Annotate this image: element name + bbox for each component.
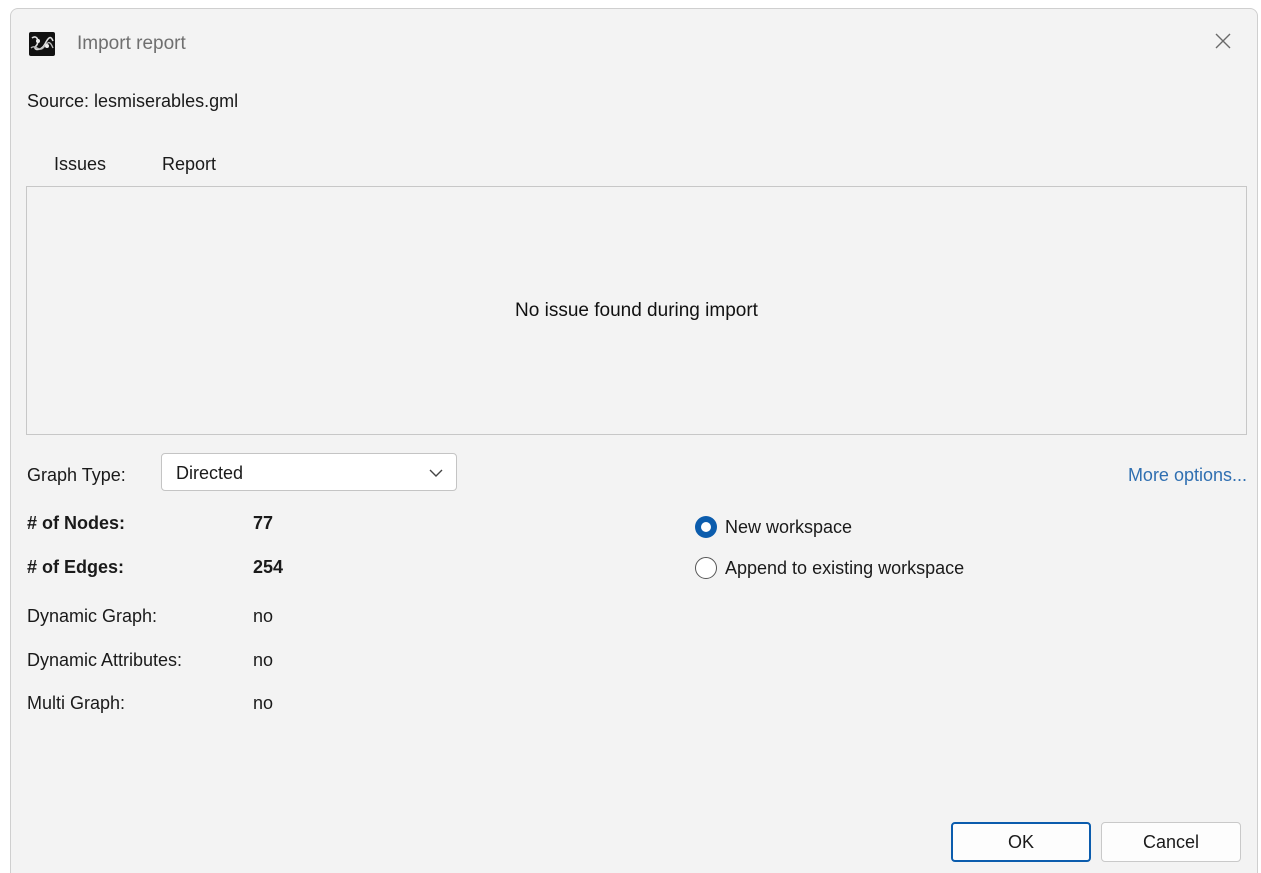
dynamic-graph-label: Dynamic Graph:	[27, 606, 158, 626]
dynamic-graph-value: no	[253, 606, 274, 626]
more-options-link[interactable]: More options...	[1128, 465, 1247, 486]
multi-graph-label: Multi Graph:	[27, 693, 126, 713]
source-label: Source: lesmiserables.gml	[27, 91, 239, 111]
nodes-label: # of Nodes:	[27, 513, 126, 533]
cancel-button[interactable]: Cancel	[1101, 822, 1241, 862]
import-report-dialog: Import report Source: lesmiserables.gml …	[10, 8, 1258, 873]
nodes-value: 77	[253, 513, 274, 533]
dynamic-attributes-label: Dynamic Attributes:	[27, 650, 183, 670]
title-bar: Import report	[11, 9, 1257, 81]
dialog-title: Import report	[77, 33, 186, 54]
issues-message: No issue found during import	[515, 299, 758, 321]
close-icon	[1214, 32, 1232, 55]
new-workspace-option[interactable]: New workspace	[695, 513, 852, 541]
append-workspace-radio[interactable]	[695, 557, 717, 579]
new-workspace-label: New workspace	[725, 516, 853, 537]
tab-report[interactable]: Report	[147, 142, 231, 186]
graph-type-value: Directed	[176, 463, 244, 483]
gephi-app-icon	[29, 32, 55, 56]
append-workspace-label: Append to existing workspace	[725, 557, 965, 578]
ok-button[interactable]: OK	[951, 822, 1091, 862]
dynamic-attributes-value: no	[253, 650, 274, 670]
edges-label: # of Edges:	[27, 557, 125, 577]
edges-value: 254	[253, 557, 284, 577]
graph-type-label: Graph Type:	[27, 465, 126, 485]
issues-panel: No issue found during import	[26, 186, 1247, 435]
new-workspace-radio[interactable]	[695, 516, 717, 538]
multi-graph-value: no	[253, 693, 274, 713]
graph-type-select[interactable]: Directed	[161, 453, 457, 491]
append-workspace-option[interactable]: Append to existing workspace	[695, 554, 964, 582]
tab-issues[interactable]: Issues	[27, 142, 133, 189]
chevron-down-icon	[428, 466, 444, 478]
close-button[interactable]	[1209, 29, 1237, 57]
